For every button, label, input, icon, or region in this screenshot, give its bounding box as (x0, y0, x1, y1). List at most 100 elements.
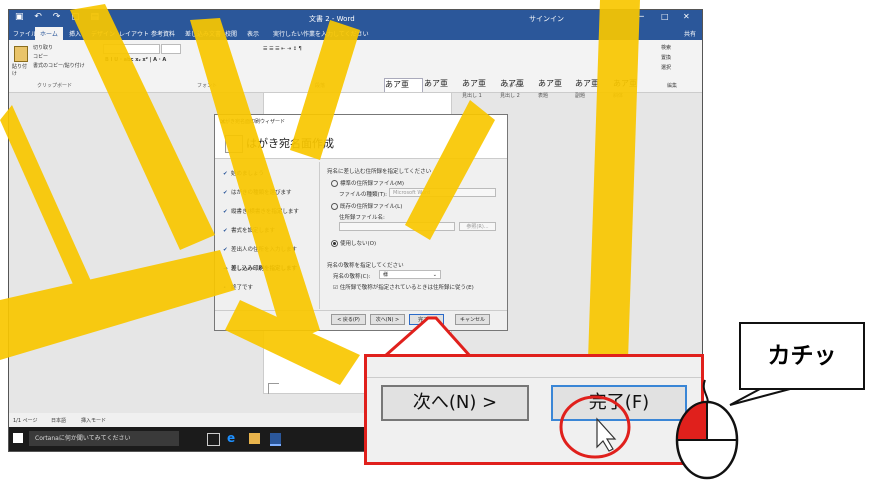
honorific-value: 様 (383, 272, 389, 278)
file-name-label: 住所録ファイル名: (339, 215, 385, 221)
windows-start-icon[interactable] (13, 433, 23, 443)
clipboard-icon (14, 46, 28, 62)
dialog-header: はがき宛名面作成 (215, 126, 507, 159)
style-name: 見出し 2 (500, 93, 520, 99)
select-button[interactable]: 選択 (661, 64, 671, 71)
mouse-cursor-icon: ↖ (437, 323, 445, 333)
tab-home[interactable]: ホーム (35, 27, 63, 40)
explorer-icon[interactable] (249, 433, 260, 444)
dialog-close-icon[interactable]: ✕ (220, 118, 502, 126)
back-button[interactable]: < 戻る(P) (331, 314, 366, 325)
ribbon-tabs: ファイル ホーム 挿入 デザイン レイアウト 参考資料 差し込み文書 校閲 表示… (9, 26, 702, 40)
tab-layout[interactable]: レイアウト (119, 29, 149, 38)
cursor-hand-icon (596, 417, 617, 452)
style-name: 副題 (575, 93, 586, 99)
dialog-title-bar: はがき宛名面印刷ウィザード ✕ (215, 115, 507, 126)
paragraph-buttons[interactable]: ☰ ☰ ☰ ⇤ ⇥ ↕ ¶ (263, 46, 302, 52)
step-item: ✔ 書式を設定します (223, 226, 275, 234)
step-check-icon: ✔ (223, 171, 228, 177)
style-heading-1[interactable]: あア亜 見出し 1 (462, 78, 499, 108)
replace-button[interactable]: 置換 (661, 54, 671, 61)
tab-review[interactable]: 校閲 (225, 29, 237, 38)
step-arrow-icon: → (223, 266, 228, 272)
style-name: 表題 (538, 93, 549, 99)
honorific-select[interactable]: 様 ⌄ (379, 270, 441, 279)
find-button[interactable]: 検索 (661, 44, 671, 51)
next-button[interactable]: 次へ(N) > (370, 314, 405, 325)
signin-link[interactable]: サインイン (529, 14, 564, 24)
step-item-current: → 差し込み印刷を指定します (223, 264, 297, 272)
step-label: 差し込み印刷を指定します (231, 266, 298, 272)
tab-file[interactable]: ファイル (13, 29, 37, 38)
step-item: • 終了です (223, 283, 253, 291)
speech-text: カチッ (767, 343, 837, 369)
tab-mailings[interactable]: 差し込み文書 (185, 29, 221, 38)
radio-no-address[interactable]: 使用しない(O) (331, 239, 376, 247)
word-taskbar-icon[interactable] (270, 433, 281, 446)
share-button[interactable]: 共有 (684, 29, 696, 38)
minimize-icon[interactable]: ─ (639, 12, 644, 21)
postcard-wizard-dialog: はがき宛名面印刷ウィザード ✕ はがき宛名面作成 ✔ 始めましょう ✔ はがきの種類… (214, 114, 508, 333)
mouse-cable (702, 379, 709, 407)
style-sample: あア亜 (575, 79, 599, 88)
tell-me-search[interactable]: 実行したい作業を入力してください (273, 29, 369, 38)
paste-button[interactable]: 貼り付け (12, 44, 30, 77)
document-title: 文書 2 - Word (309, 15, 355, 23)
zoom-next-button: 次へ(N) > (381, 385, 529, 421)
honorific-section-label: 宛名の敬称を指定してください (327, 263, 404, 269)
cortana-search-box[interactable]: Cortanaに何か聞いてみてください (29, 431, 179, 446)
step-item: ✔ 縦書き/横書きを指定します (223, 207, 299, 215)
dialog-heading: はがき宛名面作成 (246, 137, 334, 150)
quick-access-toolbar[interactable]: ▣ ↶ ↷ ▢ ▤ (15, 12, 103, 22)
maximize-icon[interactable]: □ (661, 12, 669, 21)
style-sample: あア亜 (613, 79, 637, 88)
step-item: ✔ はがきの種類を選びます (223, 188, 292, 196)
paragraph-group-label: 段落 (315, 83, 326, 89)
title-bar: ▣ ↶ ↷ ▢ ▤ 文書 2 - Word サインイン ─ □ ✕ (9, 10, 702, 26)
radio-label: 既存の住所録ファイル(L) (340, 204, 403, 210)
ribbon: 貼り付け 切り取り コピー 書式のコピー/貼り付け クリップボード B I U … (9, 40, 702, 110)
style-emphasis[interactable]: あア亜 斜体 (613, 78, 650, 108)
speech-bubble: カチッ (739, 322, 865, 390)
edge-icon[interactable]: e (227, 432, 238, 444)
wizard-steps: ✔ 始めましょう ✔ はがきの種類を選びます ✔ 縦書き/横書きを指定します ✔ 書式を… (217, 159, 317, 309)
checkbox-label: 住所録で敬称が指定されているときは住所録に従う(E) (339, 285, 474, 291)
dialog-footer-divider (215, 310, 507, 311)
tab-references[interactable]: 参考資料 (151, 29, 175, 38)
copy-button[interactable]: コピー (33, 53, 48, 60)
honorific-label: 宛名の敬称(C): (333, 274, 371, 280)
radio-icon (331, 180, 338, 187)
insert-mode-status: 挿入モード (81, 418, 107, 424)
step-label: 書式を設定します (231, 228, 276, 234)
styles-group-label: スタイル (504, 83, 525, 89)
font-group-label: フォント (197, 83, 218, 89)
radio-standard-address[interactable]: 標準の住所録ファイル(M) (331, 179, 404, 187)
radio-existing-address[interactable]: 既存の住所録ファイル(L) (331, 202, 402, 210)
close-icon[interactable]: ✕ (683, 12, 690, 21)
zoom-callout: 次へ(N) > 完了(F) (364, 354, 704, 465)
style-title[interactable]: あア亜 表題 (538, 78, 575, 108)
tab-insert[interactable]: 挿入 (69, 29, 81, 38)
tab-view[interactable]: 表示 (247, 29, 259, 38)
cut-button[interactable]: 切り取り (33, 44, 53, 51)
bubble-tail (729, 388, 791, 406)
style-sample: あア亜 (538, 79, 562, 88)
clipboard-group-label: クリップボード (37, 83, 73, 89)
follow-address-checkbox[interactable]: ☑ 住所録で敬称が指定されているときは住所録に従う(E) (333, 283, 474, 291)
file-name-field[interactable] (339, 222, 455, 231)
editing-group-label: 編集 (667, 83, 678, 89)
step-check-icon: ✔ (223, 190, 228, 196)
font-format-buttons[interactable]: B I U · abc x₂ x² | A · A (105, 57, 166, 63)
font-name-combo[interactable] (103, 44, 160, 54)
step-label: はがきの種類を選びます (231, 190, 292, 196)
task-view-icon[interactable] (207, 433, 220, 446)
cancel-button[interactable]: キャンセル (455, 314, 490, 325)
page-corner-mark (268, 383, 279, 394)
font-size-combo[interactable] (161, 44, 181, 54)
file-type-select[interactable]: Microsoft Word (389, 188, 496, 197)
format-painter-button[interactable]: 書式のコピー/貼り付け (33, 62, 85, 69)
style-subtitle[interactable]: あア亜 副題 (575, 78, 612, 108)
tab-design[interactable]: デザイン (91, 29, 115, 38)
browse-button[interactable]: 参照(R)... (459, 222, 496, 231)
zoom-divider (367, 377, 701, 378)
